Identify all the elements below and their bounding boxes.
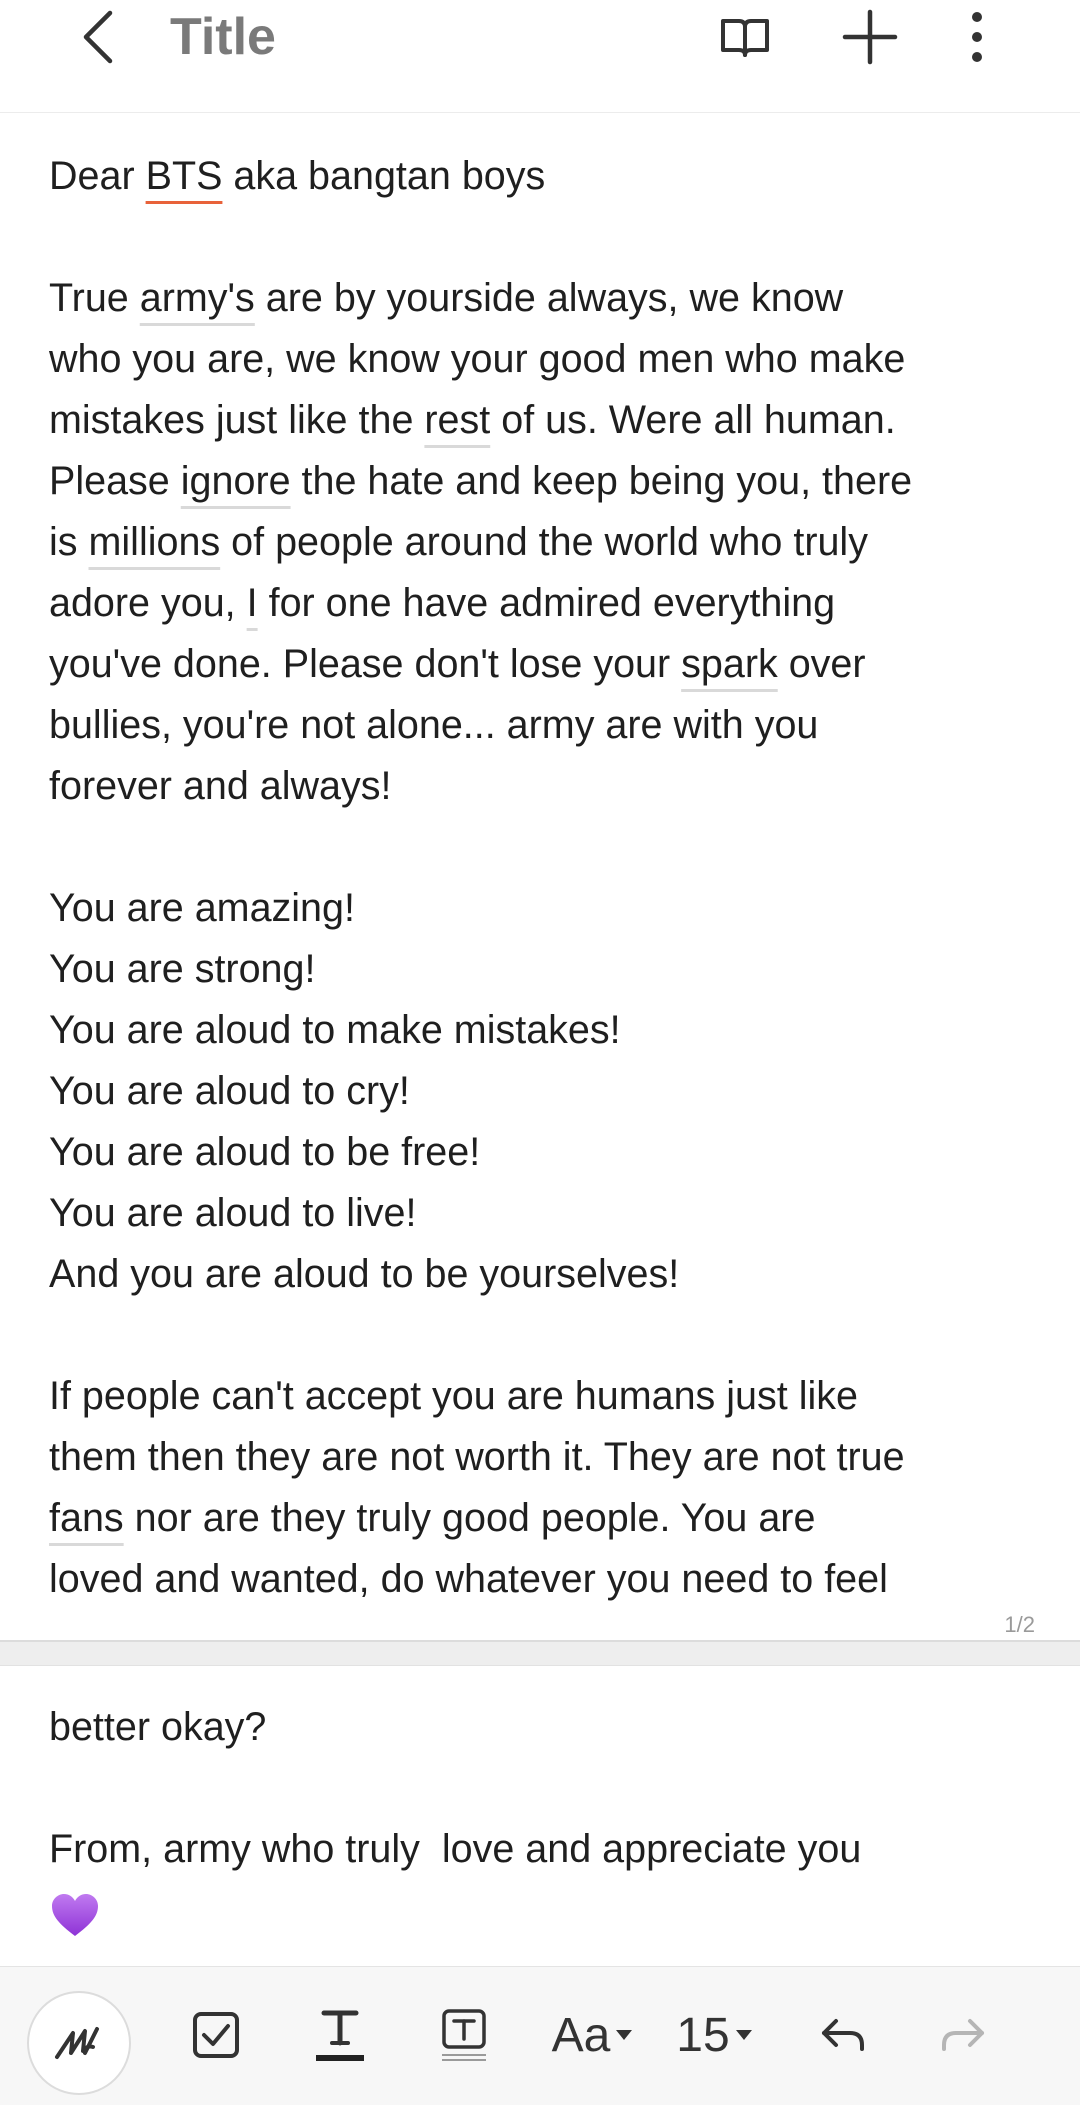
text: mistakes just like the bbox=[49, 398, 425, 442]
line: better okay? bbox=[49, 1705, 267, 1749]
text: Dear bbox=[49, 154, 146, 198]
line: you've done. Please don't lose your spar… bbox=[49, 634, 1049, 695]
line: You are strong! bbox=[49, 947, 316, 991]
note-page-2[interactable]: better okay? From, army who truly love a… bbox=[0, 1666, 1080, 1966]
page-indicator: 1/2 bbox=[1004, 1612, 1035, 1637]
line: fans nor are they truly good people. You… bbox=[49, 1488, 1049, 1549]
text: the hate and keep being you, there bbox=[290, 459, 913, 503]
line: them then they are not worth it. They ar… bbox=[49, 1435, 905, 1479]
redo-icon bbox=[942, 2019, 984, 2051]
spellcheck-word[interactable]: ignore bbox=[181, 459, 291, 503]
line: is millions of people around the world w… bbox=[49, 512, 1049, 573]
font-size-label: 15 bbox=[676, 2008, 730, 2062]
undo-button[interactable] bbox=[814, 1995, 870, 2075]
page-divider bbox=[0, 1640, 1080, 1666]
plus-icon bbox=[842, 9, 898, 65]
text: is bbox=[49, 520, 89, 564]
chevron-left-icon bbox=[83, 10, 113, 64]
line: adore you, I for one have admired everyt… bbox=[49, 573, 1049, 634]
font-style-dropdown[interactable]: Aa bbox=[546, 1995, 638, 2075]
font-size-dropdown[interactable]: 15 bbox=[672, 1995, 756, 2075]
line bbox=[49, 1758, 1049, 1819]
line: You are aloud to live! bbox=[49, 1191, 417, 1235]
reading-mode-button[interactable] bbox=[713, 6, 777, 68]
purple-heart-icon bbox=[52, 1893, 98, 1936]
text-format-icon bbox=[316, 2010, 364, 2061]
caret-down-icon bbox=[616, 2030, 633, 2040]
spellcheck-word[interactable]: rest bbox=[424, 398, 490, 442]
note-page-1[interactable]: Dear BTS aka bangtan boys True army's ar… bbox=[0, 113, 1080, 1640]
line: If people can't accept you are humans ju… bbox=[49, 1374, 858, 1418]
text: of people around the world who truly bbox=[220, 520, 868, 564]
more-vertical-icon bbox=[972, 12, 982, 62]
more-options-button[interactable] bbox=[945, 6, 1009, 68]
text: over bbox=[777, 642, 866, 686]
text: are by yourside always, we know bbox=[254, 276, 844, 320]
line: And you are aloud to be yourselves! bbox=[49, 1252, 680, 1296]
book-open-icon bbox=[721, 19, 769, 57]
text: for one have admired everything bbox=[257, 581, 836, 625]
text: you've done. Please don't lose your bbox=[49, 642, 682, 686]
line: Please ignore the hate and keep being yo… bbox=[49, 451, 1049, 512]
text-style-button[interactable] bbox=[312, 1995, 368, 2075]
line: forever and always! bbox=[49, 764, 392, 808]
top-app-bar: Title bbox=[0, 0, 1080, 113]
line: You are aloud to cry! bbox=[49, 1069, 410, 1113]
text: nor are they truly good people. You are bbox=[123, 1496, 816, 1540]
text: True bbox=[49, 276, 140, 320]
line: You are aloud to make mistakes! bbox=[49, 1008, 621, 1052]
line: From, army who truly love and appreciate… bbox=[49, 1827, 862, 1871]
back-button[interactable] bbox=[68, 6, 128, 68]
line: You are aloud to be free! bbox=[49, 1130, 481, 1174]
line: loved and wanted, do whatever you need t… bbox=[49, 1557, 888, 1601]
font-style-label: Aa bbox=[551, 2008, 611, 2062]
text: of us. Were all human. bbox=[490, 398, 896, 442]
note-body-page-1[interactable]: Dear BTS aka bangtan boys True army's ar… bbox=[49, 146, 1049, 1610]
text: Please bbox=[49, 459, 181, 503]
spellcheck-word[interactable]: I bbox=[247, 581, 258, 625]
line: Dear BTS aka bangtan boys bbox=[49, 146, 1049, 207]
text: aka bangtan boys bbox=[222, 154, 546, 198]
line: mistakes just like the rest of us. Were … bbox=[49, 390, 1049, 451]
note-title[interactable]: Title bbox=[170, 6, 276, 68]
line: who you are, we know your good men who m… bbox=[49, 337, 906, 381]
line: You are amazing! bbox=[49, 886, 355, 930]
checkbox-icon bbox=[193, 2012, 239, 2058]
note-body-page-2[interactable]: better okay? From, army who truly love a… bbox=[49, 1697, 1049, 1942]
handwriting-button[interactable] bbox=[27, 1991, 131, 2095]
spellcheck-word[interactable]: millions bbox=[89, 520, 221, 564]
text-box-button[interactable] bbox=[438, 1995, 490, 2075]
checkbox-button[interactable] bbox=[186, 1995, 246, 2075]
spellcheck-word[interactable]: spark bbox=[681, 642, 778, 686]
redo-button[interactable] bbox=[936, 1995, 992, 2075]
line bbox=[49, 1880, 1049, 1942]
line bbox=[49, 1305, 1049, 1366]
text: adore you, bbox=[49, 581, 247, 625]
add-button[interactable] bbox=[838, 6, 902, 68]
line bbox=[49, 817, 1049, 878]
undo-icon bbox=[822, 2019, 864, 2051]
spellcheck-word[interactable]: army's bbox=[140, 276, 255, 320]
caret-down-icon bbox=[735, 2030, 752, 2040]
spellcheck-word[interactable]: fans bbox=[49, 1496, 124, 1540]
text-box-icon bbox=[442, 2009, 486, 2061]
pen-scribble-icon bbox=[55, 2027, 99, 2059]
misspelled-word[interactable]: BTS bbox=[146, 154, 223, 198]
line: bullies, you're not alone... army are wi… bbox=[49, 703, 819, 747]
formatting-toolbar: Aa 15 bbox=[0, 1966, 1080, 2105]
line: True army's are by yourside always, we k… bbox=[49, 268, 1049, 329]
line bbox=[49, 207, 1049, 268]
